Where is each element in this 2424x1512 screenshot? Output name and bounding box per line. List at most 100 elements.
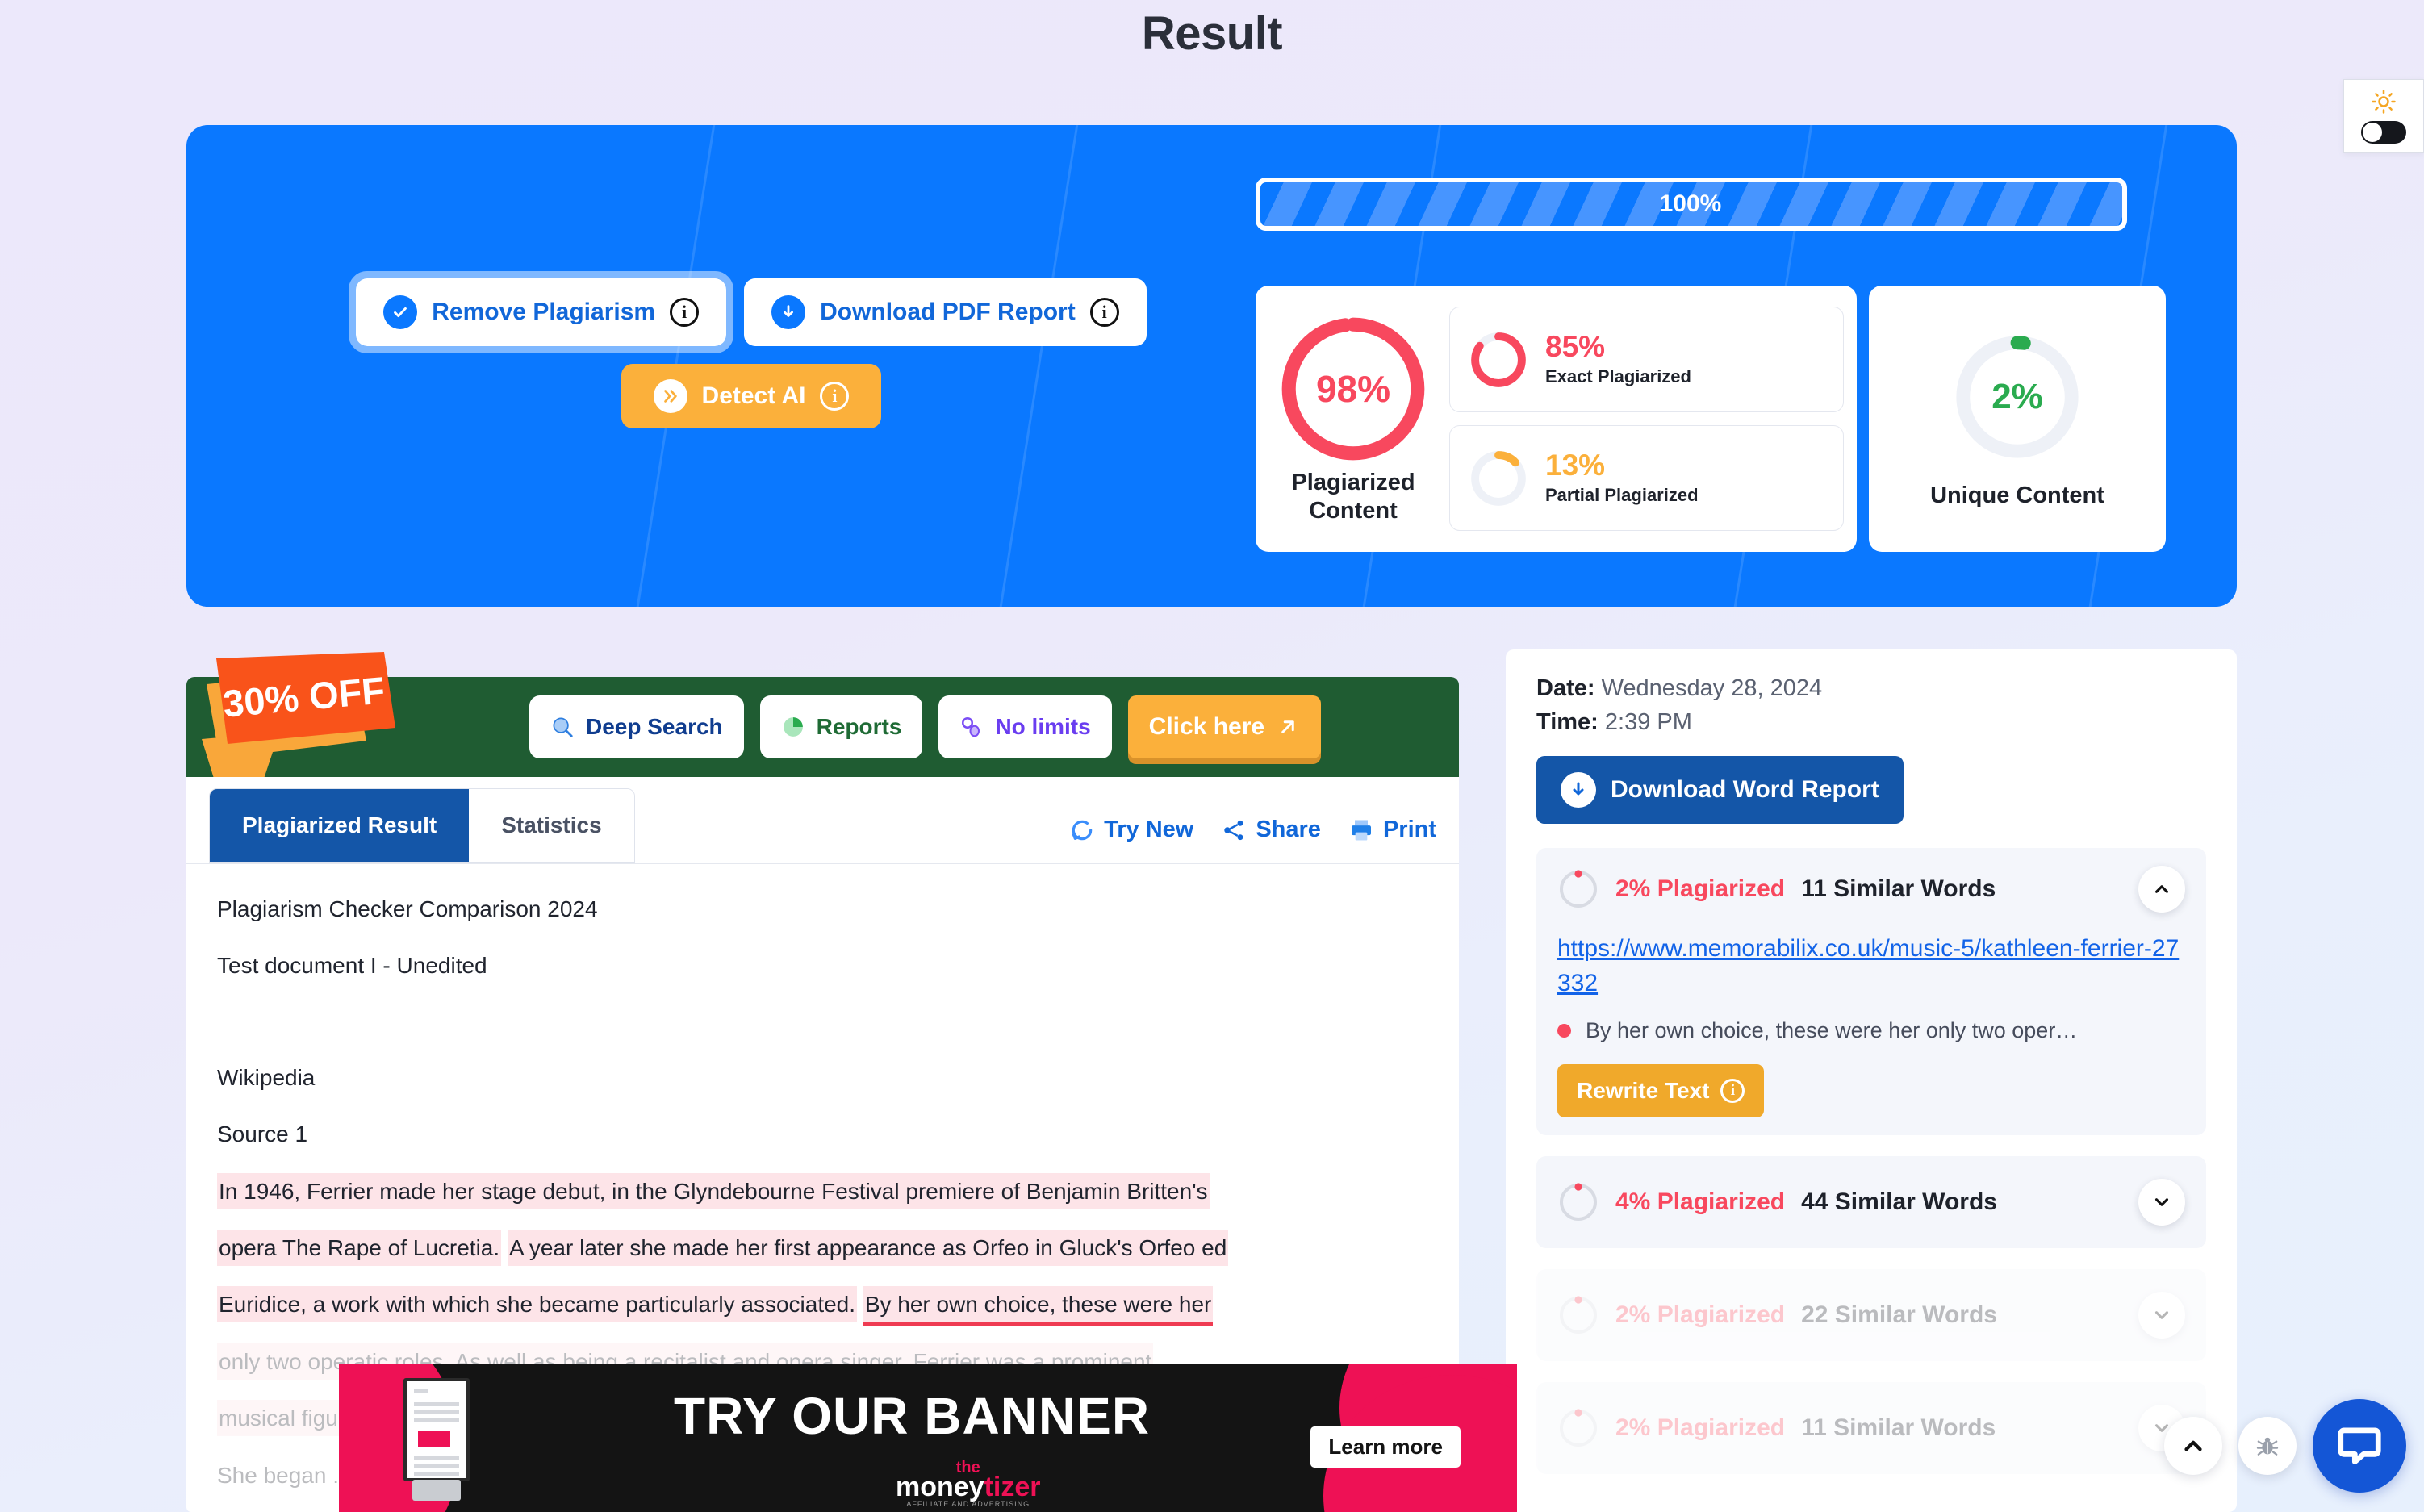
source-url-link[interactable]: https://www.memorabilix.co.uk/music-5/ka… <box>1557 932 2185 1000</box>
tab-plagiarized-result[interactable]: Plagiarized Result <box>210 789 470 862</box>
theme-toggle-widget[interactable] <box>2343 79 2424 153</box>
scan-date-value: Wednesday 28, 2024 <box>1601 675 1823 701</box>
check-circle-icon <box>383 295 418 329</box>
sun-icon <box>2372 89 2396 114</box>
plagiarized-donut: 98% <box>1277 312 1430 466</box>
bug-report-button[interactable] <box>2238 1417 2297 1475</box>
promo-click-here-button[interactable]: Click here <box>1127 695 1322 758</box>
collapse-result-button[interactable] <box>2138 866 2185 913</box>
unique-content-percent: 2% <box>1991 376 2043 416</box>
info-icon[interactable]: i <box>670 298 700 327</box>
double-chevron-right-icon <box>653 379 687 413</box>
info-icon[interactable]: i <box>820 382 850 411</box>
ad-brand-logo: the moneytizer AFFILIATE AND ADVERTISING <box>896 1460 1041 1508</box>
partial-plagiarized-donut <box>1471 450 1526 506</box>
results-sidebar: Date: Wednesday 28, 2024 Time: 2:39 PM D… <box>1506 649 2237 1512</box>
doc-highlight[interactable]: In 1946, Ferrier made her stage debut, i… <box>217 1172 1210 1209</box>
detect-ai-label: Detect AI <box>701 382 806 409</box>
similar-words-count: 11 Similar Words <box>1801 875 1996 902</box>
exact-plagiarized-donut <box>1471 332 1526 387</box>
chat-bubble-icon <box>2338 1427 2381 1464</box>
ad-brand-main-b: tizer <box>984 1472 1041 1503</box>
floating-action-buttons <box>2164 1399 2406 1493</box>
doc-highlight-active[interactable]: By her own choice, these were her <box>863 1286 1214 1326</box>
monitor-icon <box>403 1378 470 1481</box>
ad-title: TRY OUR BANNER <box>674 1387 1151 1445</box>
discount-badge[interactable]: 30% OFF <box>182 652 449 781</box>
similarity-percent: 2% Plagiarized <box>1615 875 1786 902</box>
scan-progress-bar: 100% <box>1256 178 2127 231</box>
bug-icon <box>2256 1437 2279 1456</box>
promo-pill-reports-label: Reports <box>816 714 902 739</box>
similarity-ring-icon <box>1560 1183 1597 1222</box>
result-summary-card: Remove Plagiarism i Download PDF Report … <box>186 125 2237 607</box>
matched-snippet: By her own choice, these were her only t… <box>1557 1018 2185 1043</box>
doc-highlight[interactable]: Euridice, a work with which she became p… <box>217 1286 858 1323</box>
detect-ai-button[interactable]: Detect AI i <box>621 364 882 428</box>
promo-pill-reports[interactable]: Reports <box>759 695 923 758</box>
scan-progress-label: 100% <box>1659 190 1722 217</box>
promo-banner: 30% OFF Deep Search Reports No limits Cl… <box>186 652 1459 781</box>
ad-brand-sub: AFFILIATE AND ADVERTISING <box>906 1499 1030 1508</box>
download-word-report-button[interactable]: Download Word Report <box>1536 756 1904 824</box>
promo-pill-deep-search[interactable]: Deep Search <box>529 695 744 758</box>
document-tools: Try New Share Print <box>1069 817 1436 863</box>
download-pdf-report-button[interactable]: Download PDF Report i <box>744 278 1147 346</box>
plagiarized-percent: 98% <box>1315 367 1391 410</box>
ad-learn-more-button[interactable]: Learn more <box>1310 1426 1461 1468</box>
download-word-report-label: Download Word Report <box>1611 776 1879 803</box>
rewrite-text-label: Rewrite Text <box>1577 1078 1710 1104</box>
doc-line: Wikipedia <box>217 1064 316 1090</box>
bullet-dot-icon <box>1557 1024 1571 1038</box>
info-icon[interactable]: i <box>1720 1079 1745 1104</box>
plagiarized-content-card: 98% Plagiarized Content 85% Exact Plagia… <box>1256 286 1857 552</box>
doc-line: Plagiarism Checker Comparison 2024 <box>217 896 598 921</box>
promo-pill-no-limits[interactable]: No limits <box>938 695 1112 758</box>
tab-statistics[interactable]: Statistics <box>469 789 634 862</box>
chevron-down-icon <box>2154 1311 2169 1319</box>
promo-cta-label: Click here <box>1148 713 1265 740</box>
pie-chart-icon <box>783 717 803 737</box>
share-label: Share <box>1256 817 1321 842</box>
advertisement-banner[interactable]: TRY OUR BANNER the moneytizer AFFILIATE … <box>339 1364 1517 1512</box>
chat-button[interactable] <box>2313 1399 2406 1493</box>
similarity-ring-icon <box>1560 1296 1597 1334</box>
plagiarized-caption-line1: Plagiarized <box>1291 469 1415 495</box>
similarity-result-row[interactable]: 2% Plagiarized 22 Similar Words <box>1536 1269 2206 1362</box>
partial-plagiarized-value: 13% <box>1545 448 1606 482</box>
chevron-up-icon <box>2184 1440 2202 1451</box>
doc-highlight[interactable]: A year later she made her first appearan… <box>507 1229 1229 1266</box>
chevron-up-icon <box>2154 885 2169 893</box>
promo-pill-deep-search-label: Deep Search <box>586 714 723 739</box>
info-icon[interactable]: i <box>1089 298 1119 327</box>
similarity-result-row[interactable]: 2% Plagiarized 11 Similar Words <box>1536 1382 2206 1475</box>
partial-plagiarized-card: 13% Partial Plagiarized <box>1449 425 1844 531</box>
remove-plagiarism-button[interactable]: Remove Plagiarism i <box>349 271 734 353</box>
download-circle-icon <box>771 295 806 329</box>
print-button[interactable]: Print <box>1348 817 1436 843</box>
dark-mode-toggle[interactable] <box>2361 120 2406 144</box>
download-pdf-report-label: Download PDF Report <box>820 299 1076 325</box>
unique-content-card: 2% Unique Content <box>1869 286 2166 552</box>
remove-plagiarism-label: Remove Plagiarism <box>432 299 656 325</box>
plagiarized-caption-line2: Content <box>1309 498 1398 524</box>
similarity-ring-icon <box>1560 870 1597 908</box>
similar-words-count: 22 Similar Words <box>1801 1301 1997 1329</box>
share-button[interactable]: Share <box>1221 817 1321 843</box>
page-title: Result <box>1141 7 1283 60</box>
expand-result-button[interactable] <box>2138 1292 2185 1339</box>
similarity-percent: 2% Plagiarized <box>1615 1414 1786 1442</box>
promo-pill-no-limits-label: No limits <box>995 714 1091 739</box>
try-new-button[interactable]: Try New <box>1069 817 1193 843</box>
try-new-label: Try New <box>1104 817 1194 842</box>
rewrite-text-button[interactable]: Rewrite Text i <box>1557 1064 1765 1118</box>
expand-result-button[interactable] <box>2138 1179 2185 1226</box>
doc-highlight[interactable]: opera The Rape of Lucretia. <box>217 1229 502 1266</box>
unique-content-caption: Unique Content <box>1930 482 2104 508</box>
scroll-to-top-button[interactable] <box>2164 1417 2222 1475</box>
scan-time: Time: 2:39 PM <box>1536 709 2206 736</box>
similarity-result-row[interactable]: 4% Plagiarized 44 Similar Words <box>1536 1156 2206 1249</box>
share-icon <box>1224 820 1243 840</box>
scan-date: Date: Wednesday 28, 2024 <box>1536 675 2206 702</box>
similarity-result-expanded[interactable]: 2% Plagiarized 11 Similar Words https://… <box>1536 848 2206 1136</box>
